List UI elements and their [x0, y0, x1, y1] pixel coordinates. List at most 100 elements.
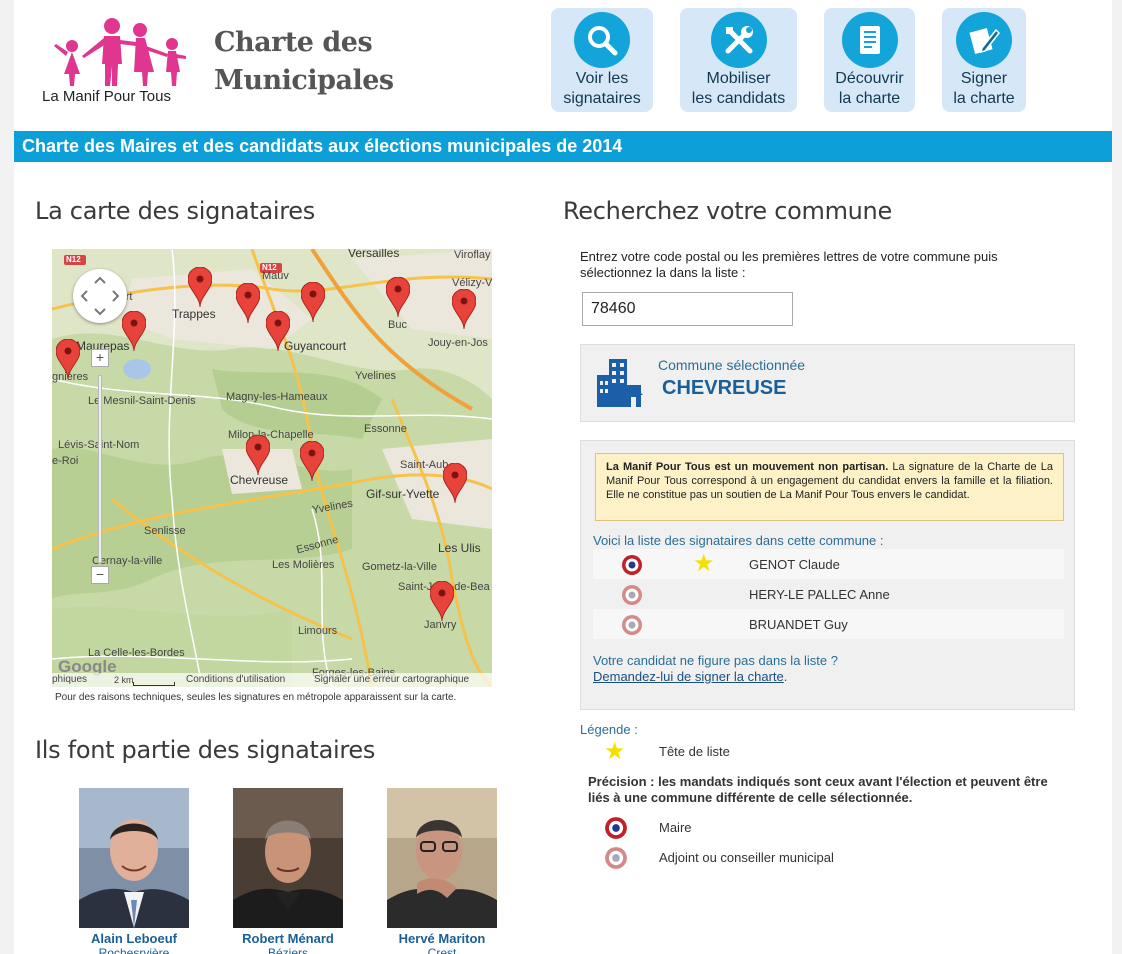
- nav-button-decouvrir[interactable]: Découvrir la charte: [824, 8, 915, 112]
- star-icon: ★: [604, 738, 626, 765]
- nav-button-mobiliser[interactable]: Mobiliser les candidats: [680, 8, 797, 112]
- adjoint-roundel-icon: [605, 847, 627, 869]
- map-pin-icon[interactable]: [266, 311, 290, 351]
- map-pin-icon[interactable]: [300, 441, 324, 481]
- signatory-city: Béziers: [267, 946, 308, 954]
- nav-label: Découvrir la charte: [835, 70, 904, 107]
- site-title-line1: Charte des: [214, 27, 373, 58]
- nav-label: Voir les signataires: [563, 70, 641, 107]
- map-footer-credits: phiques: [52, 674, 88, 685]
- site-title: Charte des Municipales: [214, 24, 394, 100]
- map-pan-control[interactable]: [73, 269, 127, 323]
- signatories-list-box: La Manif Pour Tous est un mouvement non …: [580, 440, 1075, 710]
- signatory-city: Rochesrvière: [98, 946, 170, 954]
- map-pin-icon[interactable]: [188, 267, 212, 307]
- map-section-title: La carte des signataires: [35, 197, 315, 225]
- selected-commune-name: CHEVREUSE: [662, 377, 787, 399]
- maire-roundel-icon: [605, 817, 627, 839]
- signatory-name[interactable]: Alain Leboeuf: [79, 931, 189, 946]
- signatory-fullname: HERY-LE PALLEC Anne: [749, 587, 890, 602]
- map-place: Buc: [388, 319, 407, 331]
- zoom-slider[interactable]: [98, 375, 102, 563]
- non-partisan-notice: La Manif Pour Tous est un mouvement non …: [595, 453, 1064, 521]
- map-place: Vélizy-V: [452, 277, 492, 289]
- search-icon: [574, 12, 630, 68]
- map-terms-link[interactable]: Conditions d'utilisation: [186, 673, 285, 687]
- scale-bar: [133, 682, 175, 686]
- logo[interactable]: La Manif Pour Tous: [40, 14, 200, 106]
- logo-text: La Manif Pour Tous: [42, 88, 171, 105]
- signatories-section-title: Ils font partie des signataires: [35, 736, 376, 764]
- map-place: Magny-les-Hameaux: [226, 391, 328, 403]
- map-place: Guyancourt: [284, 339, 347, 353]
- map-pin-icon[interactable]: [386, 277, 410, 317]
- map-place: Limours: [298, 625, 338, 637]
- map-place: Le Mesnil-Saint-Denis: [88, 395, 196, 407]
- page-banner: Charte des Maires et des candidats aux é…: [14, 131, 1112, 162]
- building-icon: [597, 359, 643, 407]
- signatory-photo[interactable]: [79, 788, 189, 928]
- page-margin-left: [0, 0, 14, 954]
- legend-title: Légende :: [580, 722, 638, 737]
- signatories-map[interactable]: N12 N12 Versailles Viroflay Vélizy-V cou…: [52, 249, 492, 687]
- zoom-in-button[interactable]: +: [91, 349, 109, 367]
- signatory-row[interactable]: HERY-LE PALLEC Anne: [593, 579, 1064, 609]
- map-place: Gif-sur-Yvette: [366, 487, 440, 501]
- signatory-name[interactable]: Hervé Mariton: [387, 931, 497, 946]
- nav-label: Mobiliser les candidats: [691, 70, 786, 107]
- map-place: Les Molières: [272, 559, 335, 571]
- map-footer: phiques 2 km Conditions d'utilisation Si…: [52, 673, 492, 687]
- map-pin-icon[interactable]: [301, 282, 325, 322]
- family-logo-icon: [54, 18, 186, 86]
- signatory-row[interactable]: BRUANDET Guy: [593, 609, 1064, 639]
- legend-maire-label: Maire: [659, 820, 692, 835]
- map-pin-icon[interactable]: [56, 339, 80, 379]
- signatories-list-title: Voici la liste des signataires dans cett…: [593, 533, 884, 548]
- page-margin-right: [1112, 0, 1122, 954]
- nav-button-voir-signataires[interactable]: Voir les signataires: [551, 8, 653, 112]
- search-section-title: Recherchez votre commune: [563, 197, 892, 225]
- map-pin-icon[interactable]: [236, 283, 260, 323]
- signatory-city: Crest: [427, 946, 457, 954]
- signatory-card[interactable]: Hervé Mariton Crest: [387, 788, 497, 954]
- legend-tete-label: Tête de liste: [659, 744, 730, 759]
- adjoint-roundel-icon: [622, 615, 642, 635]
- map-place: Gometz-la-Ville: [362, 561, 437, 573]
- signatory-fullname: BRUANDET Guy: [749, 617, 848, 632]
- signatory-name[interactable]: Robert Ménard: [233, 931, 343, 946]
- signatory-row[interactable]: ★ GENOT Claude: [593, 549, 1064, 579]
- map-pin-icon[interactable]: [443, 463, 467, 503]
- map-pin-icon[interactable]: [246, 435, 270, 475]
- ask-candidate-link[interactable]: Demandez-lui de signer la charte: [593, 669, 784, 684]
- signatory-photo[interactable]: [387, 788, 497, 928]
- document-icon: [841, 12, 898, 68]
- road-badge: N12: [66, 255, 81, 264]
- nav-button-signer[interactable]: Signer la charte: [942, 8, 1026, 112]
- adjoint-roundel-icon: [622, 585, 642, 605]
- candidate-question: Votre candidat ne figure pas dans la lis…: [593, 653, 838, 668]
- pen-icon: [956, 12, 1012, 68]
- map-place: Essonne: [364, 423, 407, 435]
- map-report-link[interactable]: Signaler une erreur cartographique: [314, 673, 469, 687]
- zoom-out-button[interactable]: −: [91, 566, 109, 584]
- commune-search-input[interactable]: 78460: [582, 292, 793, 326]
- legend-precision: Précision : les mandats indiqués sont ce…: [588, 774, 1048, 805]
- nav-label: Signer la charte: [953, 70, 1015, 107]
- map-place: Viroflay: [454, 249, 491, 261]
- pan-arrows-icon: [80, 276, 120, 316]
- signatory-fullname: GENOT Claude: [749, 557, 840, 572]
- signatory-card[interactable]: Robert Ménard Béziers: [233, 788, 343, 954]
- map-place: Yvelines: [355, 370, 396, 382]
- selected-commune-label: Commune sélectionnée: [658, 357, 806, 373]
- map-note: Pour des raisons techniques, seules les …: [55, 692, 457, 703]
- legend-adjoint-label: Adjoint ou conseiller municipal: [659, 850, 834, 865]
- candidate-link-line: Demandez-lui de signer la charte.: [593, 669, 788, 684]
- map-pin-icon[interactable]: [430, 581, 454, 621]
- signatory-photo[interactable]: [233, 788, 343, 928]
- map-pin-icon[interactable]: [452, 289, 476, 329]
- signatory-card[interactable]: Alain Leboeuf Rochesrvière: [79, 788, 189, 954]
- tools-icon: [710, 12, 767, 68]
- map-place: Les Ulis: [438, 541, 481, 555]
- site-title-line2: Municipales: [214, 65, 394, 96]
- map-place: Trappes: [172, 307, 216, 321]
